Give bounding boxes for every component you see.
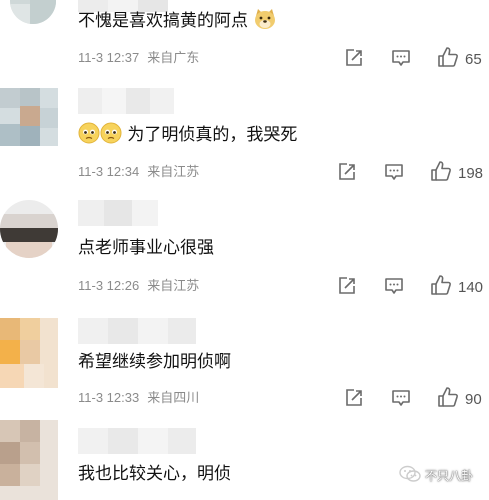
repost-icon[interactable] bbox=[344, 388, 364, 408]
thumbs-up-icon bbox=[437, 386, 459, 412]
comment-item: 我也比较关心，明侦 bbox=[0, 418, 489, 500]
comment-text-content: 我也比较关心，明侦 bbox=[78, 464, 231, 484]
like-count: 140 bbox=[458, 278, 484, 296]
comment-item: 点老师事业心很强 11-3 12:26 来自江苏 140 bbox=[0, 196, 489, 310]
comment-time: 11-3 12:26 bbox=[78, 278, 140, 293]
like-count: 90 bbox=[465, 390, 482, 408]
doge-emoji bbox=[253, 8, 277, 37]
comment-text: 希望继续参加明侦啊 bbox=[78, 350, 231, 374]
like-button[interactable]: 65 bbox=[437, 46, 482, 72]
repost-icon[interactable] bbox=[337, 276, 357, 296]
comment-source: 来自四川 bbox=[147, 390, 200, 405]
comment-text-content: 点老师事业心很强 bbox=[78, 238, 214, 258]
thumbs-up-icon bbox=[430, 160, 452, 186]
comment-text: 为了明侦真的，我哭死 bbox=[78, 122, 297, 151]
comment-meta: 11-3 12:33 来自四川 bbox=[78, 390, 199, 406]
username[interactable] bbox=[78, 88, 174, 114]
comment-item: 为了明侦真的，我哭死 11-3 12:34 来自江苏 198 bbox=[0, 82, 489, 196]
pleading-face-emoji bbox=[78, 122, 100, 151]
comment-source: 来自江苏 bbox=[147, 278, 200, 293]
comment-source: 来自广东 bbox=[147, 50, 200, 65]
comment-time: 11-3 12:34 bbox=[78, 164, 140, 179]
avatar[interactable] bbox=[10, 0, 56, 24]
wechat-icon bbox=[399, 465, 421, 486]
comment-icon[interactable] bbox=[391, 388, 411, 408]
like-count: 198 bbox=[458, 164, 484, 182]
avatar[interactable] bbox=[0, 88, 58, 146]
comment-text: 我也比较关心，明侦 bbox=[78, 462, 231, 486]
comment-text-content: 不愧是喜欢搞黄的阿点 bbox=[78, 11, 248, 31]
watermark-text: 不只八卦 bbox=[424, 469, 473, 483]
like-button[interactable]: 140 bbox=[430, 274, 483, 300]
username[interactable] bbox=[78, 318, 196, 344]
avatar[interactable] bbox=[0, 318, 58, 388]
username[interactable] bbox=[78, 428, 196, 454]
comment-item: 希望继续参加明侦啊 11-3 12:33 来自四川 90 bbox=[0, 310, 489, 418]
comment-time: 11-3 12:33 bbox=[78, 390, 140, 405]
comment-icon[interactable] bbox=[384, 162, 404, 182]
username[interactable] bbox=[78, 200, 158, 226]
repost-icon[interactable] bbox=[337, 162, 357, 182]
pleading-face-emoji bbox=[100, 122, 122, 151]
thumbs-up-icon bbox=[430, 274, 452, 300]
avatar[interactable] bbox=[0, 420, 58, 500]
comment-text: 点老师事业心很强 bbox=[78, 236, 214, 260]
comment-source: 来自江苏 bbox=[147, 164, 200, 179]
avatar[interactable] bbox=[0, 200, 58, 258]
comment-meta: 11-3 12:37 来自广东 bbox=[78, 50, 199, 66]
comment-meta: 11-3 12:34 来自江苏 bbox=[78, 164, 199, 180]
thumbs-up-icon bbox=[437, 46, 459, 72]
comment-time: 11-3 12:37 bbox=[78, 50, 140, 65]
comment-meta: 11-3 12:26 来自江苏 bbox=[78, 278, 199, 294]
like-button[interactable]: 90 bbox=[437, 386, 482, 412]
comment-icon[interactable] bbox=[391, 48, 411, 68]
like-button[interactable]: 198 bbox=[430, 160, 483, 186]
comment-icon[interactable] bbox=[384, 276, 404, 296]
repost-icon[interactable] bbox=[344, 48, 364, 68]
watermark: 不只八卦 bbox=[399, 465, 473, 486]
comment-text-content: 为了明侦真的，我哭死 bbox=[127, 125, 298, 145]
comment-text-content: 希望继续参加明侦啊 bbox=[78, 352, 231, 372]
comment-item: 不愧是喜欢搞黄的阿点 11-3 12:37 来自广东 65 bbox=[0, 0, 489, 82]
like-count: 65 bbox=[465, 50, 482, 68]
comment-text: 不愧是喜欢搞黄的阿点 bbox=[78, 8, 277, 37]
